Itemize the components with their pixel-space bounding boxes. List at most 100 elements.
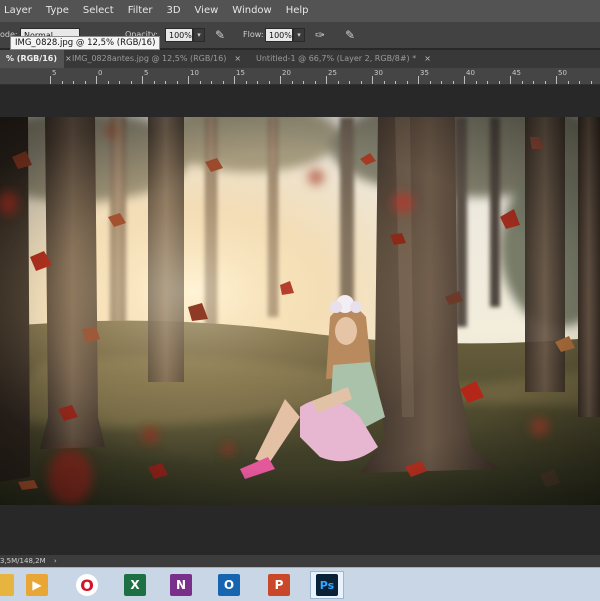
- ruler-minor-tick: [452, 81, 454, 84]
- ruler-minor-tick: [303, 81, 304, 84]
- media-player-icon: ▶: [26, 574, 48, 596]
- status-bar: 3,5M/148,2M ›: [0, 555, 600, 567]
- ruler-minor-tick: [176, 81, 178, 84]
- explorer-icon: [0, 574, 14, 596]
- ruler-minor-tick: [119, 81, 120, 84]
- ruler-label: 5: [52, 69, 57, 77]
- ruler-minor-tick: [84, 81, 86, 84]
- opera-icon: O: [76, 574, 98, 596]
- flow-label: Flow:: [243, 30, 264, 39]
- ruler-minor-tick: [314, 81, 316, 84]
- menu-window[interactable]: Window: [225, 0, 278, 22]
- tab-img-0828antes[interactable]: IMG_0828antes.jpg @ 12,5% (RGB/16) ×: [66, 50, 247, 68]
- flow-field[interactable]: 100%: [265, 28, 293, 42]
- outlook-icon: O: [218, 574, 240, 596]
- horizontal-ruler: 50510152025303540455055: [0, 68, 600, 85]
- photoshop-icon: Ps: [316, 574, 338, 596]
- document-size: 3,5M/148,2M: [0, 557, 46, 565]
- ruler-minor-tick: [533, 81, 534, 84]
- ruler-minor-tick: [61, 81, 63, 84]
- ruler-minor-tick: [544, 81, 546, 84]
- ruler-major-tick: [234, 76, 235, 84]
- opacity-dropdown[interactable]: ▾: [193, 28, 205, 42]
- ruler-minor-tick: [498, 81, 500, 84]
- status-arrow-icon[interactable]: ›: [54, 557, 57, 565]
- onenote-icon: N: [170, 574, 192, 596]
- ruler-minor-tick: [257, 81, 258, 84]
- ruler-minor-tick: [222, 81, 224, 84]
- ruler-major-tick: [326, 76, 327, 84]
- ruler-minor-tick: [73, 81, 74, 84]
- tab-untitled-1[interactable]: Untitled-1 @ 66,7% (Layer 2, RGB/8#) * ×: [250, 50, 437, 68]
- flow-dropdown[interactable]: ▾: [293, 28, 305, 42]
- ruler-label: 45: [512, 69, 521, 77]
- ruler-major-tick: [372, 76, 373, 84]
- taskbar-explorer-button[interactable]: [0, 571, 20, 599]
- taskbar-excel-button[interactable]: X: [118, 571, 152, 599]
- tab-img-0828[interactable]: % (RGB/16) ×: [0, 50, 72, 68]
- ruler-major-tick: [96, 76, 97, 84]
- ruler-minor-tick: [441, 81, 442, 84]
- ruler-minor-tick: [107, 81, 109, 84]
- taskbar-photoshop-button[interactable]: Ps: [310, 571, 344, 599]
- ruler-minor-tick: [590, 81, 592, 84]
- pressure-size-icon[interactable]: ✎: [342, 27, 358, 43]
- ruler-minor-tick: [579, 81, 580, 84]
- ruler-major-tick: [142, 76, 143, 84]
- ruler-major-tick: [418, 76, 419, 84]
- ruler-minor-tick: [165, 81, 166, 84]
- powerpoint-icon: P: [268, 574, 290, 596]
- tab-tooltip: IMG_0828.jpg @ 12,5% (RGB/16): [10, 36, 161, 50]
- menu-select[interactable]: Select: [76, 0, 121, 22]
- ruler-minor-tick: [521, 81, 523, 84]
- ruler-minor-tick: [268, 81, 270, 84]
- menu-filter[interactable]: Filter: [121, 0, 160, 22]
- ruler-minor-tick: [429, 81, 431, 84]
- menu-layer[interactable]: Layer: [0, 0, 39, 22]
- ruler-minor-tick: [406, 81, 408, 84]
- ruler-label: 5: [144, 69, 149, 77]
- ruler-label: 40: [466, 69, 475, 77]
- menu-type[interactable]: Type: [39, 0, 76, 22]
- ruler-minor-tick: [130, 81, 132, 84]
- opacity-field[interactable]: 100%: [165, 28, 193, 42]
- ruler-label: 25: [328, 69, 337, 77]
- tab-label: IMG_0828antes.jpg @ 12,5% (RGB/16): [72, 54, 227, 63]
- menu-help[interactable]: Help: [279, 0, 316, 22]
- ruler-label: 50: [558, 69, 567, 77]
- ruler-minor-tick: [153, 81, 155, 84]
- taskbar-media-player-button[interactable]: ▶: [20, 571, 54, 599]
- ruler-minor-tick: [349, 81, 350, 84]
- tab-label: Untitled-1 @ 66,7% (Layer 2, RGB/8#) *: [256, 54, 417, 63]
- ruler-minor-tick: [475, 81, 477, 84]
- ruler-minor-tick: [383, 81, 385, 84]
- ruler-minor-tick: [199, 81, 201, 84]
- canvas-area[interactable]: [0, 85, 600, 555]
- taskbar-outlook-button[interactable]: O: [212, 571, 246, 599]
- close-icon[interactable]: ×: [234, 54, 241, 63]
- menu-3d[interactable]: 3D: [159, 0, 187, 22]
- ruler-label: 30: [374, 69, 383, 77]
- ruler-minor-tick: [337, 81, 339, 84]
- taskbar-onenote-button[interactable]: N: [164, 571, 198, 599]
- ruler-minor-tick: [487, 81, 488, 84]
- ruler-major-tick: [464, 76, 465, 84]
- forest-girl-photo: [0, 117, 600, 505]
- menu-bar: Layer Type Select Filter 3D View Window …: [0, 0, 600, 22]
- document-image[interactable]: [0, 117, 600, 505]
- ruler-minor-tick: [211, 81, 212, 84]
- windows-taskbar: ▶ O X N O P Ps: [0, 567, 600, 601]
- document-tab-bar: % (RGB/16) × IMG_0828antes.jpg @ 12,5% (R…: [0, 50, 600, 68]
- menu-view[interactable]: View: [188, 0, 226, 22]
- ruler-minor-tick: [360, 81, 362, 84]
- taskbar-powerpoint-button[interactable]: P: [262, 571, 296, 599]
- ruler-label: 0: [98, 69, 103, 77]
- close-icon[interactable]: ×: [424, 54, 431, 63]
- ruler-major-tick: [510, 76, 511, 84]
- ruler-major-tick: [280, 76, 281, 84]
- airbrush-icon[interactable]: ✑: [312, 27, 328, 43]
- pressure-opacity-icon[interactable]: ✎: [212, 27, 228, 43]
- taskbar-opera-button[interactable]: O: [70, 571, 104, 599]
- tab-label: % (RGB/16): [6, 54, 57, 63]
- ruler-minor-tick: [291, 81, 293, 84]
